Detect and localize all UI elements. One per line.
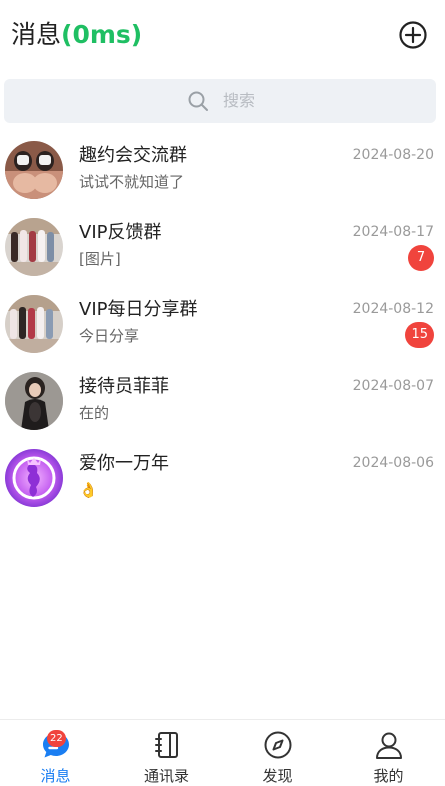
conversation-date: 2024-08-12 [352,301,434,317]
conversation-preview: 👌 [79,481,98,499]
conversation-name: VIP反馈群 [79,222,162,243]
tab-label: 发现 [262,767,293,785]
conversation-preview: 试试不就知道了 [79,173,185,191]
conversation-name: VIP每日分享群 [79,299,198,320]
user-icon [376,732,402,759]
conversation-date: 2024-08-06 [352,455,434,471]
conversation-name: 趣约会交流群 [79,145,187,166]
tab-label: 通讯录 [143,767,189,785]
tab-label: 我的 [373,767,404,785]
conversation-name: 接待员菲菲 [79,376,169,397]
conversation-date: 2024-08-07 [352,378,434,394]
contacts-book-icon [155,732,178,758]
unread-badge: 15 [405,322,434,348]
avatar [5,449,63,507]
conversation-item[interactable]: VIP每日分享群 今日分享 2024-08-12 15 [0,285,445,362]
conversation-preview: [图片] [79,250,121,268]
conversation-date: 2024-08-17 [352,224,434,240]
conversation-preview: 今日分享 [79,327,140,345]
avatar [5,218,63,276]
tab-contacts[interactable]: 通讯录 [111,720,222,786]
tab-badge: 22 [47,730,66,747]
compass-icon [264,731,292,759]
avatar [5,295,63,353]
tab-label: 消息 [40,767,71,785]
latency-indicator: (0ms) [61,20,143,49]
avatar [5,372,63,430]
tab-discover[interactable]: 发现 [222,720,333,786]
conversation-name: 爱你一万年 [79,453,169,474]
avatar [5,141,63,199]
conversation-item[interactable]: 接待员菲菲 在的 2024-08-07 [0,362,445,439]
title-text: 消息 [11,20,62,49]
search-input[interactable]: 搜索 [4,79,436,123]
header: 消息(0ms) [0,0,445,72]
page-title: 消息(0ms) [11,19,142,51]
add-button[interactable] [398,20,428,50]
unread-badge: 7 [408,245,434,271]
conversation-item[interactable]: VIP反馈群 [图片] 2024-08-17 7 [0,208,445,285]
tab-me[interactable]: 我的 [333,720,444,786]
tab-messages[interactable]: 22 消息 [0,720,111,786]
conversation-preview: 在的 [79,404,110,422]
plus-circle-icon [399,21,427,49]
bottom-tab-bar: 22 消息 通讯录 发现 我的 [0,719,445,786]
search-placeholder: 搜索 [223,91,256,110]
search-icon [188,91,208,111]
conversation-item[interactable]: 爱你一万年 👌 2024-08-06 [0,439,445,516]
conversation-item[interactable]: 趣约会交流群 试试不就知道了 2024-08-20 [0,131,445,208]
conversation-date: 2024-08-20 [352,147,434,163]
